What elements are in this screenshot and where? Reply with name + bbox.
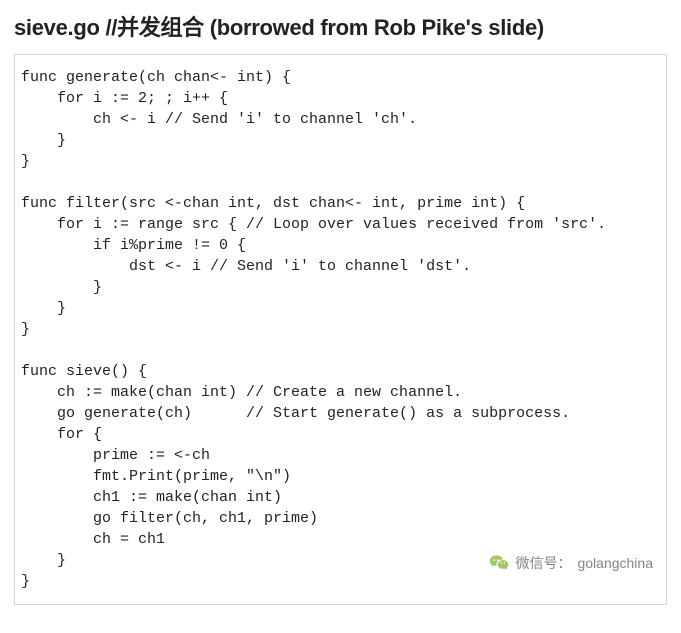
wechat-icon <box>489 553 509 573</box>
page-title: sieve.go //并发组合 (borrowed from Rob Pike'… <box>14 10 667 42</box>
watermark: 微信号： golangchina <box>489 553 653 573</box>
code-block: func generate(ch chan<- int) { for i := … <box>14 54 667 605</box>
watermark-value: golangchina <box>577 555 653 571</box>
watermark-label: 微信号： <box>515 553 571 573</box>
